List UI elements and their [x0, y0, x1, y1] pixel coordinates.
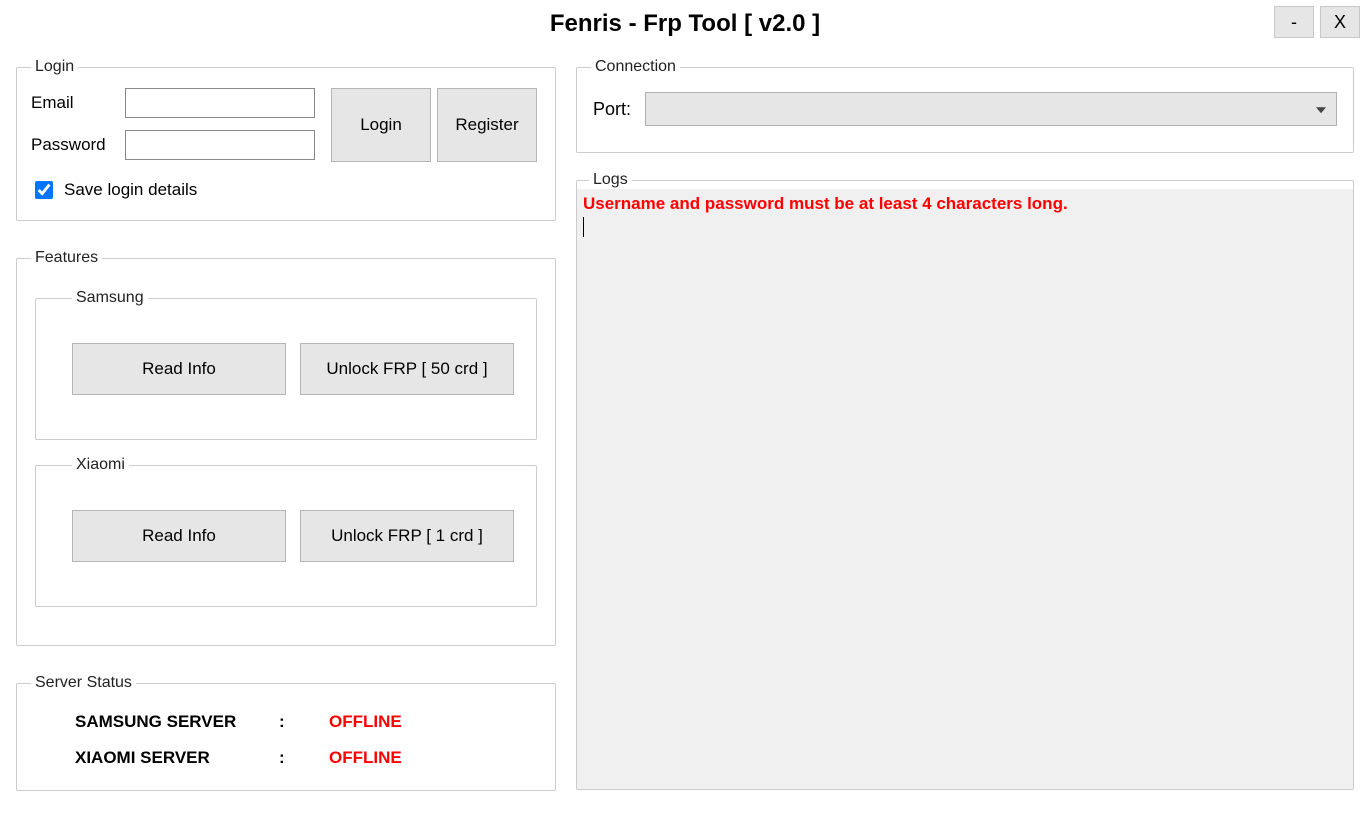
server-status-legend: Server Status [31, 674, 136, 692]
logs-group: Logs Username and password must be at le… [576, 171, 1354, 790]
port-dropdown[interactable] [645, 92, 1337, 126]
server-status-group: Server Status SAMSUNG SERVER : OFFLINE X… [16, 674, 556, 791]
register-button[interactable]: Register [437, 88, 537, 162]
save-login-checkbox[interactable] [35, 181, 53, 199]
password-label: Password [31, 135, 117, 155]
minimize-button[interactable]: - [1274, 6, 1314, 38]
xiaomi-group: Xiaomi Read Info Unlock FRP [ 1 crd ] [35, 456, 537, 607]
right-column: Connection Port: Logs Username and passw… [576, 58, 1354, 791]
xiaomi-server-status: OFFLINE [329, 748, 402, 768]
left-column: Login Email Password Login Register [16, 58, 556, 791]
logs-textarea[interactable]: Username and password must be at least 4… [577, 189, 1353, 789]
port-label: Port: [593, 99, 631, 120]
connection-legend: Connection [591, 58, 680, 76]
samsung-server-name: SAMSUNG SERVER [75, 712, 279, 732]
login-group: Login Email Password Login Register [16, 58, 556, 221]
samsung-read-info-button[interactable]: Read Info [72, 343, 286, 395]
xiaomi-server-name: XIAOMI SERVER [75, 748, 279, 768]
xiaomi-legend: Xiaomi [72, 456, 129, 474]
xiaomi-unlock-frp-button[interactable]: Unlock FRP [ 1 crd ] [300, 510, 514, 562]
email-label: Email [31, 93, 117, 113]
text-cursor [583, 217, 584, 237]
password-input[interactable] [125, 130, 315, 160]
save-login-label: Save login details [64, 180, 197, 200]
content-area: Login Email Password Login Register [0, 48, 1370, 811]
window-controls: - X [1274, 6, 1360, 38]
email-input[interactable] [125, 88, 315, 118]
samsung-server-status: OFFLINE [329, 712, 402, 732]
features-legend: Features [31, 249, 102, 267]
logs-legend: Logs [589, 171, 632, 189]
features-group: Features Samsung Read Info Unlock FRP [ … [16, 249, 556, 646]
samsung-server-row: SAMSUNG SERVER : OFFLINE [75, 712, 539, 732]
login-legend: Login [31, 58, 78, 76]
connection-group: Connection Port: [576, 58, 1354, 153]
xiaomi-server-row: XIAOMI SERVER : OFFLINE [75, 748, 539, 768]
titlebar: Fenris - Frp Tool [ v2.0 ] - X [0, 0, 1370, 48]
samsung-legend: Samsung [72, 289, 148, 307]
close-button[interactable]: X [1320, 6, 1360, 38]
login-button[interactable]: Login [331, 88, 431, 162]
log-line: Username and password must be at least 4… [583, 193, 1347, 215]
samsung-group: Samsung Read Info Unlock FRP [ 50 crd ] [35, 289, 537, 440]
samsung-unlock-frp-button[interactable]: Unlock FRP [ 50 crd ] [300, 343, 514, 395]
xiaomi-read-info-button[interactable]: Read Info [72, 510, 286, 562]
app-title: Fenris - Frp Tool [ v2.0 ] [550, 10, 820, 38]
